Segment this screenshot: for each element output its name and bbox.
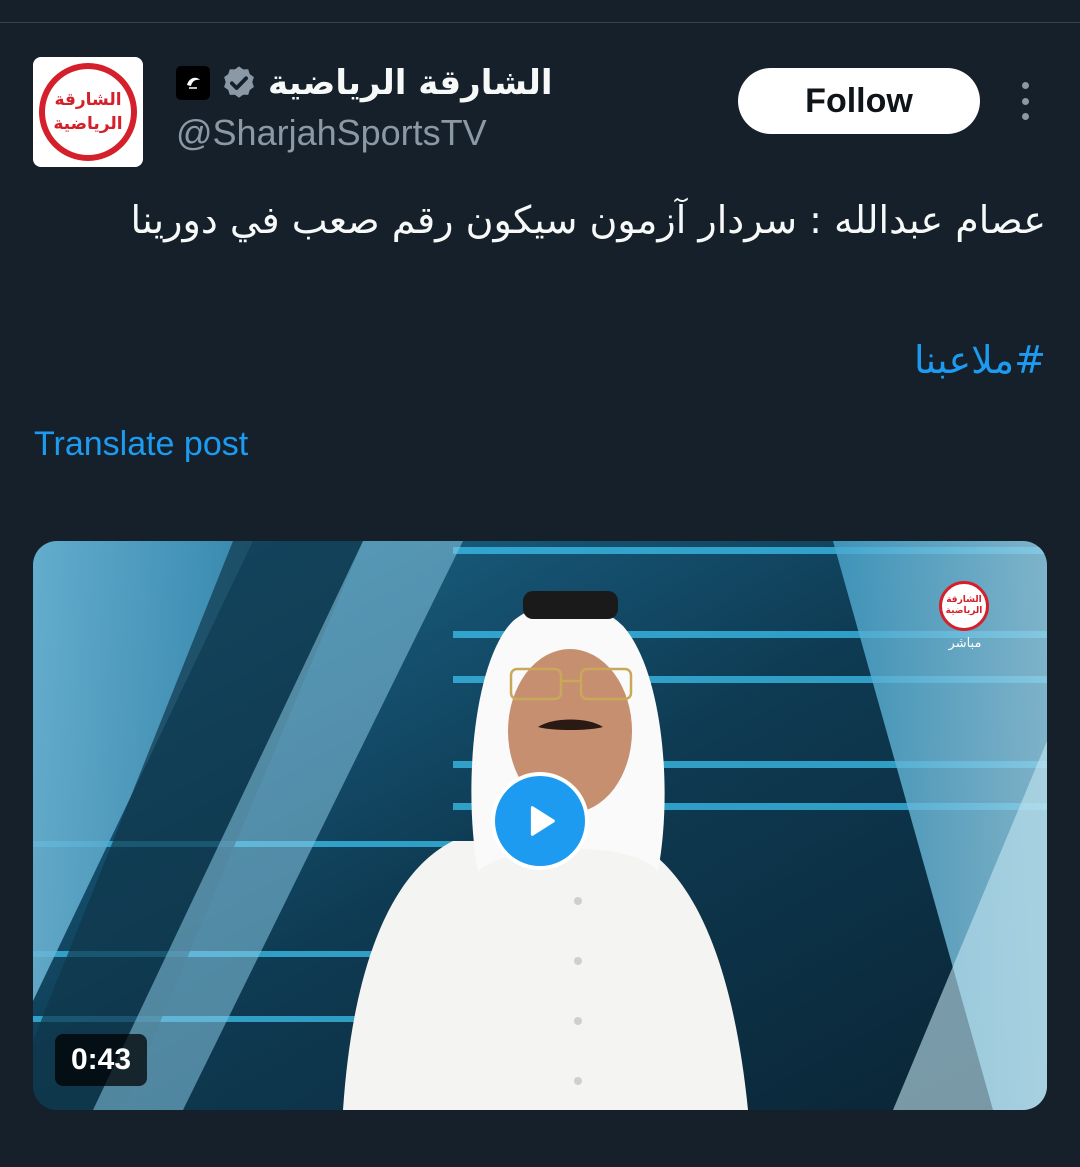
more-vertical-icon[interactable] xyxy=(1010,82,1040,120)
follow-button[interactable]: Follow xyxy=(738,68,980,134)
account-avatar[interactable]: الشارقة الرياضية xyxy=(33,57,143,167)
verified-badge-icon xyxy=(224,66,254,98)
avatar-text-line1: الشارقة xyxy=(54,90,121,110)
account-handle[interactable]: @SharjahSportsTV xyxy=(176,112,487,154)
play-icon xyxy=(530,806,555,836)
top-divider xyxy=(0,22,1080,23)
video-duration-badge: 0:43 xyxy=(55,1034,147,1086)
avatar-logo: الشارقة الرياضية xyxy=(39,63,137,161)
translate-post-link[interactable]: Translate post xyxy=(34,422,248,466)
account-display-name[interactable]: الشارقة الرياضية xyxy=(268,63,553,103)
account-name-row: الشارقة الرياضية xyxy=(176,58,553,108)
channel-watermark-logo: الشارقة الرياضية xyxy=(939,581,989,631)
channel-watermark-line2: الرياضية xyxy=(945,606,983,616)
avatar-text-line2: الرياضية xyxy=(53,114,122,134)
hashtag-link[interactable]: #ملاعبنا xyxy=(914,334,1046,386)
video-player[interactable]: الشارقة الرياضية مباشر 0:43 xyxy=(33,541,1047,1110)
post-text: عصام عبدالله : سردار آزمون سيكون رقم صعب… xyxy=(130,198,1047,242)
play-button[interactable] xyxy=(491,772,589,870)
channel-logo-icon xyxy=(176,66,210,100)
channel-watermark-line1: الشارقة xyxy=(946,595,982,605)
live-label: مباشر xyxy=(948,636,982,651)
